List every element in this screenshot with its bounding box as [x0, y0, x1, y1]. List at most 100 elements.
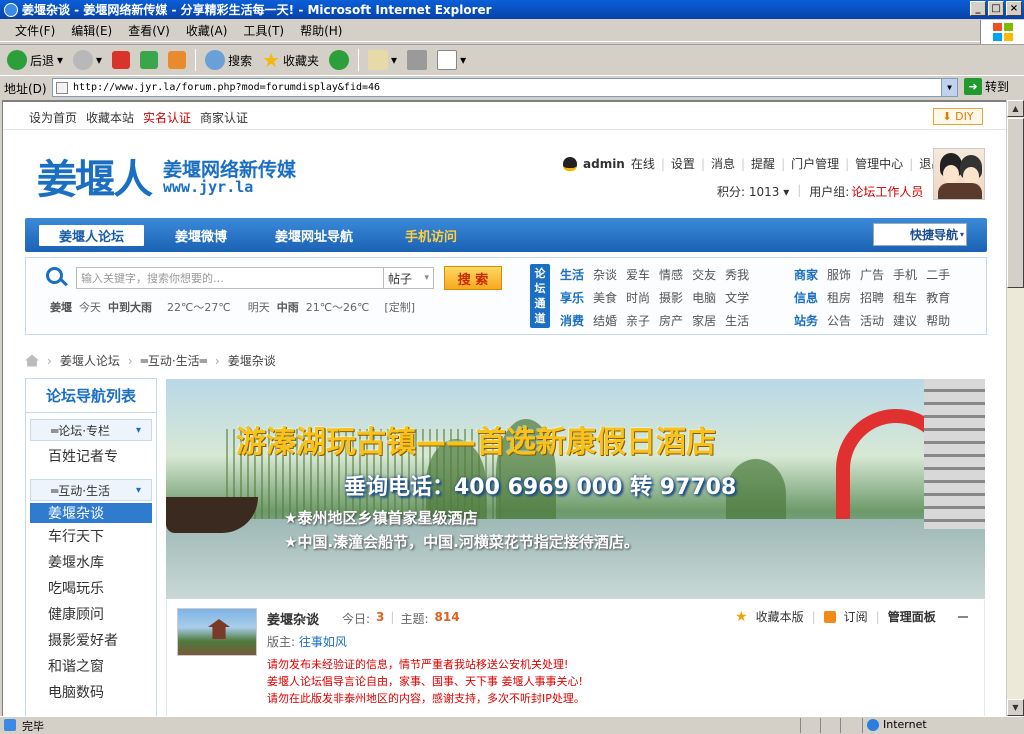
breadcrumb-item[interactable]: ═互动·生活═ — [141, 352, 207, 369]
vertical-scrollbar[interactable]: ▲ ▼ — [1006, 100, 1024, 716]
scroll-thumb[interactable] — [1007, 118, 1024, 288]
site-logo[interactable]: 姜堰人 — [37, 147, 153, 205]
portal-admin-link[interactable]: 门户管理 — [791, 155, 839, 172]
channel-link[interactable]: 摄影 — [659, 289, 683, 306]
channel-link[interactable]: 二手 — [926, 266, 950, 283]
diy-button[interactable]: ⬇ DIY — [933, 108, 983, 125]
minimize-button[interactable]: _ — [970, 1, 986, 16]
home-button[interactable] — [165, 49, 189, 71]
merchant-auth-link[interactable]: 商家认证 — [200, 109, 248, 126]
forward-button[interactable]: ▾ — [70, 48, 105, 72]
sidebar-item[interactable]: 百姓记者专 — [26, 443, 156, 469]
points-menu[interactable]: 积分: 1013 ▾ — [717, 183, 789, 200]
weather-custom-link[interactable]: [定制] — [384, 299, 415, 315]
collapse-icon[interactable] — [957, 615, 968, 618]
channel-link[interactable]: 亲子 — [626, 312, 650, 329]
nav-weibo[interactable]: 姜堰微博 — [155, 225, 247, 246]
sidebar-item[interactable]: 车行天下 — [26, 523, 156, 549]
bookmark-link[interactable]: 收藏本站 — [86, 109, 134, 126]
channel-link[interactable]: 爱车 — [626, 266, 650, 283]
breadcrumb-item[interactable]: 姜堰人论坛 — [60, 352, 120, 369]
sidebar-item[interactable]: 姜堰水库 — [26, 549, 156, 575]
channel-link[interactable]: 时尚 — [626, 289, 650, 306]
channel-link[interactable]: 情感 — [659, 266, 683, 283]
back-button[interactable]: 后退 ▾ — [4, 48, 66, 72]
sidebar-item[interactable]: 电脑数码 — [26, 679, 156, 705]
channel-link[interactable]: 结婚 — [593, 312, 617, 329]
search-input[interactable]: 输入关键字，搜索你想要的… — [76, 267, 384, 289]
print-button[interactable] — [404, 48, 430, 72]
menu-tools[interactable]: 工具(T) — [236, 20, 291, 41]
home-icon[interactable] — [25, 354, 39, 367]
sidebar-item-selected[interactable]: 姜堰杂谈 — [30, 503, 152, 523]
manage-panel-link[interactable]: 管理面板 — [888, 608, 936, 625]
search-type-select[interactable]: 帖子 — [384, 267, 434, 289]
channel-link[interactable]: 房产 — [659, 312, 683, 329]
subscribe-link[interactable]: 订阅 — [844, 608, 868, 625]
sidebar-category-life[interactable]: ═互动·生活 — [30, 479, 152, 501]
menu-edit[interactable]: 编辑(E) — [64, 20, 119, 41]
scroll-up-button[interactable]: ▲ — [1007, 100, 1024, 117]
breadcrumb-item[interactable]: 姜堰杂谈 — [228, 352, 276, 369]
channel-link[interactable]: 活动 — [860, 312, 884, 329]
channel-link[interactable]: 杂谈 — [593, 266, 617, 283]
channel-link[interactable]: 租车 — [893, 289, 917, 306]
channel-link[interactable]: 交友 — [692, 266, 716, 283]
messages-link[interactable]: 消息 — [711, 155, 735, 172]
history-button[interactable] — [326, 48, 352, 72]
channel-link[interactable]: 帮助 — [926, 312, 950, 329]
channel-link[interactable]: 手机 — [893, 266, 917, 283]
set-homepage-link[interactable]: 设为首页 — [29, 109, 77, 126]
scroll-down-button[interactable]: ▼ — [1007, 699, 1024, 716]
reminders-link[interactable]: 提醒 — [751, 155, 775, 172]
mail-button[interactable]: ▾ — [365, 48, 400, 72]
quick-nav-dropdown[interactable]: 快捷导航 — [873, 223, 967, 246]
channel-link[interactable]: 教育 — [926, 289, 950, 306]
nav-forum[interactable]: 姜堰人论坛 — [39, 225, 145, 246]
nav-site-directory[interactable]: 姜堰网址导航 — [255, 225, 373, 246]
channel-category[interactable]: 生活 — [560, 266, 584, 283]
address-input[interactable]: http://www.jyr.la/forum.php?mod=forumdis… — [52, 78, 958, 97]
search-button[interactable]: 搜 索 — [444, 266, 502, 290]
address-dropdown-button[interactable]: ▼ — [941, 79, 957, 96]
search-button[interactable]: 搜索 — [202, 48, 255, 72]
admin-center-link[interactable]: 管理中心 — [855, 155, 903, 172]
channel-link[interactable]: 美食 — [593, 289, 617, 306]
menu-view[interactable]: 查看(V) — [121, 20, 177, 41]
sidebar-item[interactable]: 摄影爱好者 — [26, 627, 156, 653]
moderator-link[interactable]: 往事如风 — [299, 635, 347, 649]
settings-link[interactable]: 设置 — [671, 155, 695, 172]
avatar[interactable] — [933, 148, 985, 200]
sidebar-category-column[interactable]: ═论坛·专栏 — [30, 419, 152, 441]
channel-category[interactable]: 享乐 — [560, 289, 584, 306]
channel-link[interactable]: 电脑 — [692, 289, 716, 306]
channel-link[interactable]: 公告 — [827, 312, 851, 329]
nav-mobile[interactable]: 手机访问 — [385, 225, 477, 246]
channel-link[interactable]: 招聘 — [860, 289, 884, 306]
realname-auth-link[interactable]: 实名认证 — [143, 109, 191, 126]
channel-link[interactable]: 广告 — [860, 266, 884, 283]
usergroup-link[interactable]: 论坛工作人员 — [851, 183, 923, 200]
stop-button[interactable] — [109, 49, 133, 71]
refresh-button[interactable] — [137, 49, 161, 71]
sidebar-item[interactable]: 吃喝玩乐 — [26, 575, 156, 601]
maximize-button[interactable]: □ — [988, 1, 1004, 16]
menu-favorites[interactable]: 收藏(A) — [179, 20, 235, 41]
channel-category[interactable]: 站务 — [794, 312, 818, 329]
sidebar-item[interactable]: 和谐之窗 — [26, 653, 156, 679]
channel-link[interactable]: 租房 — [827, 289, 851, 306]
channel-category[interactable]: 信息 — [794, 289, 818, 306]
channel-link[interactable]: 文学 — [725, 289, 749, 306]
favorite-forum-link[interactable]: 收藏本版 — [756, 608, 804, 625]
menu-help[interactable]: 帮助(H) — [293, 20, 349, 41]
go-button[interactable]: ➜ 转到 — [964, 78, 1009, 95]
channel-link[interactable]: 家居 — [692, 312, 716, 329]
close-button[interactable]: × — [1006, 1, 1022, 16]
menu-file[interactable]: 文件(F) — [8, 20, 62, 41]
favorites-button[interactable]: ★ 收藏夹 — [259, 46, 322, 74]
channel-link[interactable]: 生活 — [725, 312, 749, 329]
edit-button[interactable]: ▾ — [434, 48, 469, 72]
sidebar-item[interactable]: 健康顾问 — [26, 601, 156, 627]
channel-link[interactable]: 秀我 — [725, 266, 749, 283]
channel-link[interactable]: 服饰 — [827, 266, 851, 283]
